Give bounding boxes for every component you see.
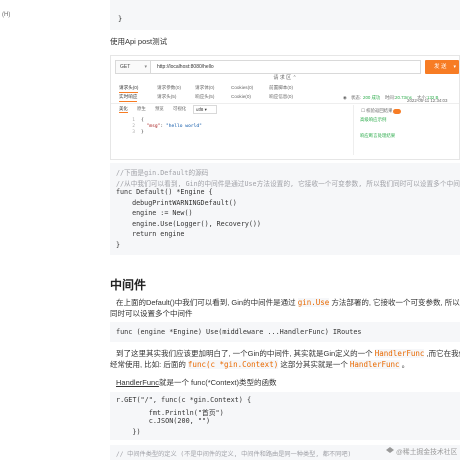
watermark: @稀土掘金技术社区 (386, 446, 457, 456)
watermark-text: @稀土掘金技术社区 (396, 449, 458, 456)
line-number: 2 (132, 124, 135, 129)
code-text: } (141, 130, 144, 135)
code-line: func Default() *Engine { (116, 188, 213, 196)
code-line: } (118, 15, 123, 23)
url-input[interactable]: http://localhost:8080/hello (151, 60, 421, 74)
chevron-down-icon: ▾ (453, 64, 456, 70)
api-post-screenshot: GET ▾ http://localhost:8080/hello 发 送 ▾ … (110, 55, 460, 160)
inline-code: HandlerFunc (374, 349, 425, 358)
request-area-toggle[interactable]: 请 求 区 ⌃ (111, 74, 459, 81)
paragraph-2: 到了这里其实我们应该更加明白了, 一个Gin的中间件, 其实就是Gin定义的一个… (116, 348, 460, 359)
time-label: 时间: (385, 95, 396, 100)
tab-request-headers[interactable]: 请求头(5) (157, 94, 176, 100)
format-raw[interactable]: 原生 (137, 106, 146, 112)
format-pretty[interactable]: 美化 (119, 106, 128, 113)
tab-body[interactable]: 请求体(0) (195, 85, 214, 91)
encoding-select[interactable]: utf8 ▾ (193, 105, 217, 114)
code-line: func (engine *Engine) Use(middleware ...… (116, 328, 362, 336)
section-heading: 中间件 (110, 278, 147, 292)
advanced-example-link[interactable]: 高级响应示例 (360, 117, 386, 123)
code-text: { (141, 118, 144, 123)
tab-header[interactable]: 请求头(0) (119, 85, 139, 93)
handler-example-code: r.GET("/", func(c *gin.Context) { fmt.Pr… (110, 392, 460, 440)
handlerfunc-link[interactable]: HandlerFunc (116, 378, 159, 387)
text-run: 就是一个 func(*Context)类型的函数 (158, 378, 277, 387)
text-run: 到了这里其实我们应该更加明白了, 一个Gin的中间件, 其实就是Gin定义的一个 (116, 349, 375, 358)
inline-code: HandlerFunc (349, 360, 400, 369)
top-code-block: } (110, 0, 460, 30)
text-run: 经常使用, 比如: 后面的 (110, 360, 188, 369)
paragraph-1-cont: 同时可以设置多个中间件 (110, 309, 193, 318)
code-comment: //从中我们可以看到, Gin的中间件是通过Use方法设置的, 它接收一个可变参… (116, 179, 460, 188)
send-button[interactable]: 发 送 ▾ (425, 60, 459, 74)
paragraph-3: HandlerFunc就是一个 func(*Context)类型的函数 (116, 377, 276, 388)
tab-cookie[interactable]: Cookie(0) (231, 94, 251, 99)
validate-label: 校验返回结果 (366, 108, 393, 113)
encoding-value: utf8 (196, 107, 204, 112)
juejin-logo-icon (386, 447, 394, 455)
tab-response-headers[interactable]: 响应头(5) (195, 94, 214, 100)
inline-code: func(c *gin.Context) (187, 360, 279, 369)
json-key: "msg" (146, 124, 161, 129)
chevron-down-icon: ▾ (204, 107, 207, 112)
format-visual[interactable]: 可视化 (173, 106, 186, 112)
paragraph-1: 在上面的Default()中我们可以看到, Gin的中间件是通过 gin.Use… (116, 297, 460, 308)
code-line: r.GET("/", func(c *gin.Context) { (116, 396, 252, 404)
tab-query[interactable]: 请求参数(0) (157, 85, 181, 91)
send-label: 发 送 (434, 64, 447, 70)
use-signature-code: func (engine *Engine) Use(middleware ...… (110, 322, 460, 342)
text-run: 在上面的Default()中我们可以看到, Gin的中间件是通过 (116, 298, 298, 307)
format-preview[interactable]: 预览 (155, 106, 164, 112)
gin-default-code: //下面是gin.Default的源码 //从中我们可以看到, Gin的中间件是… (110, 163, 460, 255)
method-label: GET (120, 64, 131, 70)
assert-result-link[interactable]: 响应断言处理结果 (360, 133, 395, 139)
line-number: 3 (132, 130, 135, 135)
text-run: 方法部署的, 它接收一个可变参数, 所以我们 (331, 298, 460, 307)
text-run: ,而它在我们Gin (426, 349, 460, 358)
code-line: c.JSON(200, "") (116, 417, 211, 425)
tab-realtime-response[interactable]: 实时响应 (119, 94, 138, 102)
json-value: "hello world" (165, 124, 202, 129)
code-line: engine := New() (116, 209, 193, 217)
code-line: } (116, 240, 121, 249)
code-line: }) (116, 427, 141, 436)
code-line: engine.Use(Logger(), Recovery()) (116, 219, 261, 228)
method-select[interactable]: GET ▾ (115, 60, 151, 74)
text-run: 。 (399, 360, 410, 369)
tab-response-info[interactable]: 响应信息(0) (269, 94, 293, 100)
response-date: 2022-05-11 12:34:03 (407, 98, 448, 103)
inline-code: gin.Use (297, 298, 330, 307)
url-bar: GET ▾ http://localhost:8080/hello 发 送 ▾ (115, 60, 459, 74)
code-line: fmt.Println("首页") (116, 408, 224, 417)
chevron-up-icon: ⌃ (292, 75, 297, 81)
paragraph-2-cont: 经常使用, 比如: 后面的 func(c *gin.Context) 这部分其实… (110, 359, 409, 370)
sidebar-fragment: (H) (2, 12, 11, 18)
code-comment: //下面是gin.Default的源码 (116, 169, 209, 177)
line-number: 1 (132, 118, 135, 123)
response-body: 1 { 2 "msg": "hello world" 3 } (115, 118, 351, 140)
intro-text: 使用Api post测试 (110, 37, 168, 46)
globe-icon: ◉ (343, 95, 347, 100)
code-line: debugPrintWARNINGDefault() (116, 198, 237, 207)
code-line: return engine (116, 230, 185, 238)
chevron-down-icon: ▾ (144, 64, 147, 70)
status-value: 200 成功 (363, 95, 381, 100)
validate-checkbox[interactable]: ☐ 校验返回结果 (361, 108, 393, 114)
tab-prescript[interactable]: 前置脚本(0) (269, 85, 293, 91)
status-label: 状态: (351, 95, 362, 100)
request-area-label: 请 求 区 (273, 75, 292, 81)
format-bar: 美化 原生 预览 可视化 utf8 ▾ (111, 105, 351, 115)
tab-cookies[interactable]: Cookies(0) (231, 85, 253, 90)
code-text: "msg": "hello world" (146, 124, 202, 129)
validate-toggle[interactable] (393, 109, 401, 114)
text-run: 这部分其实就是一个 (278, 360, 350, 369)
